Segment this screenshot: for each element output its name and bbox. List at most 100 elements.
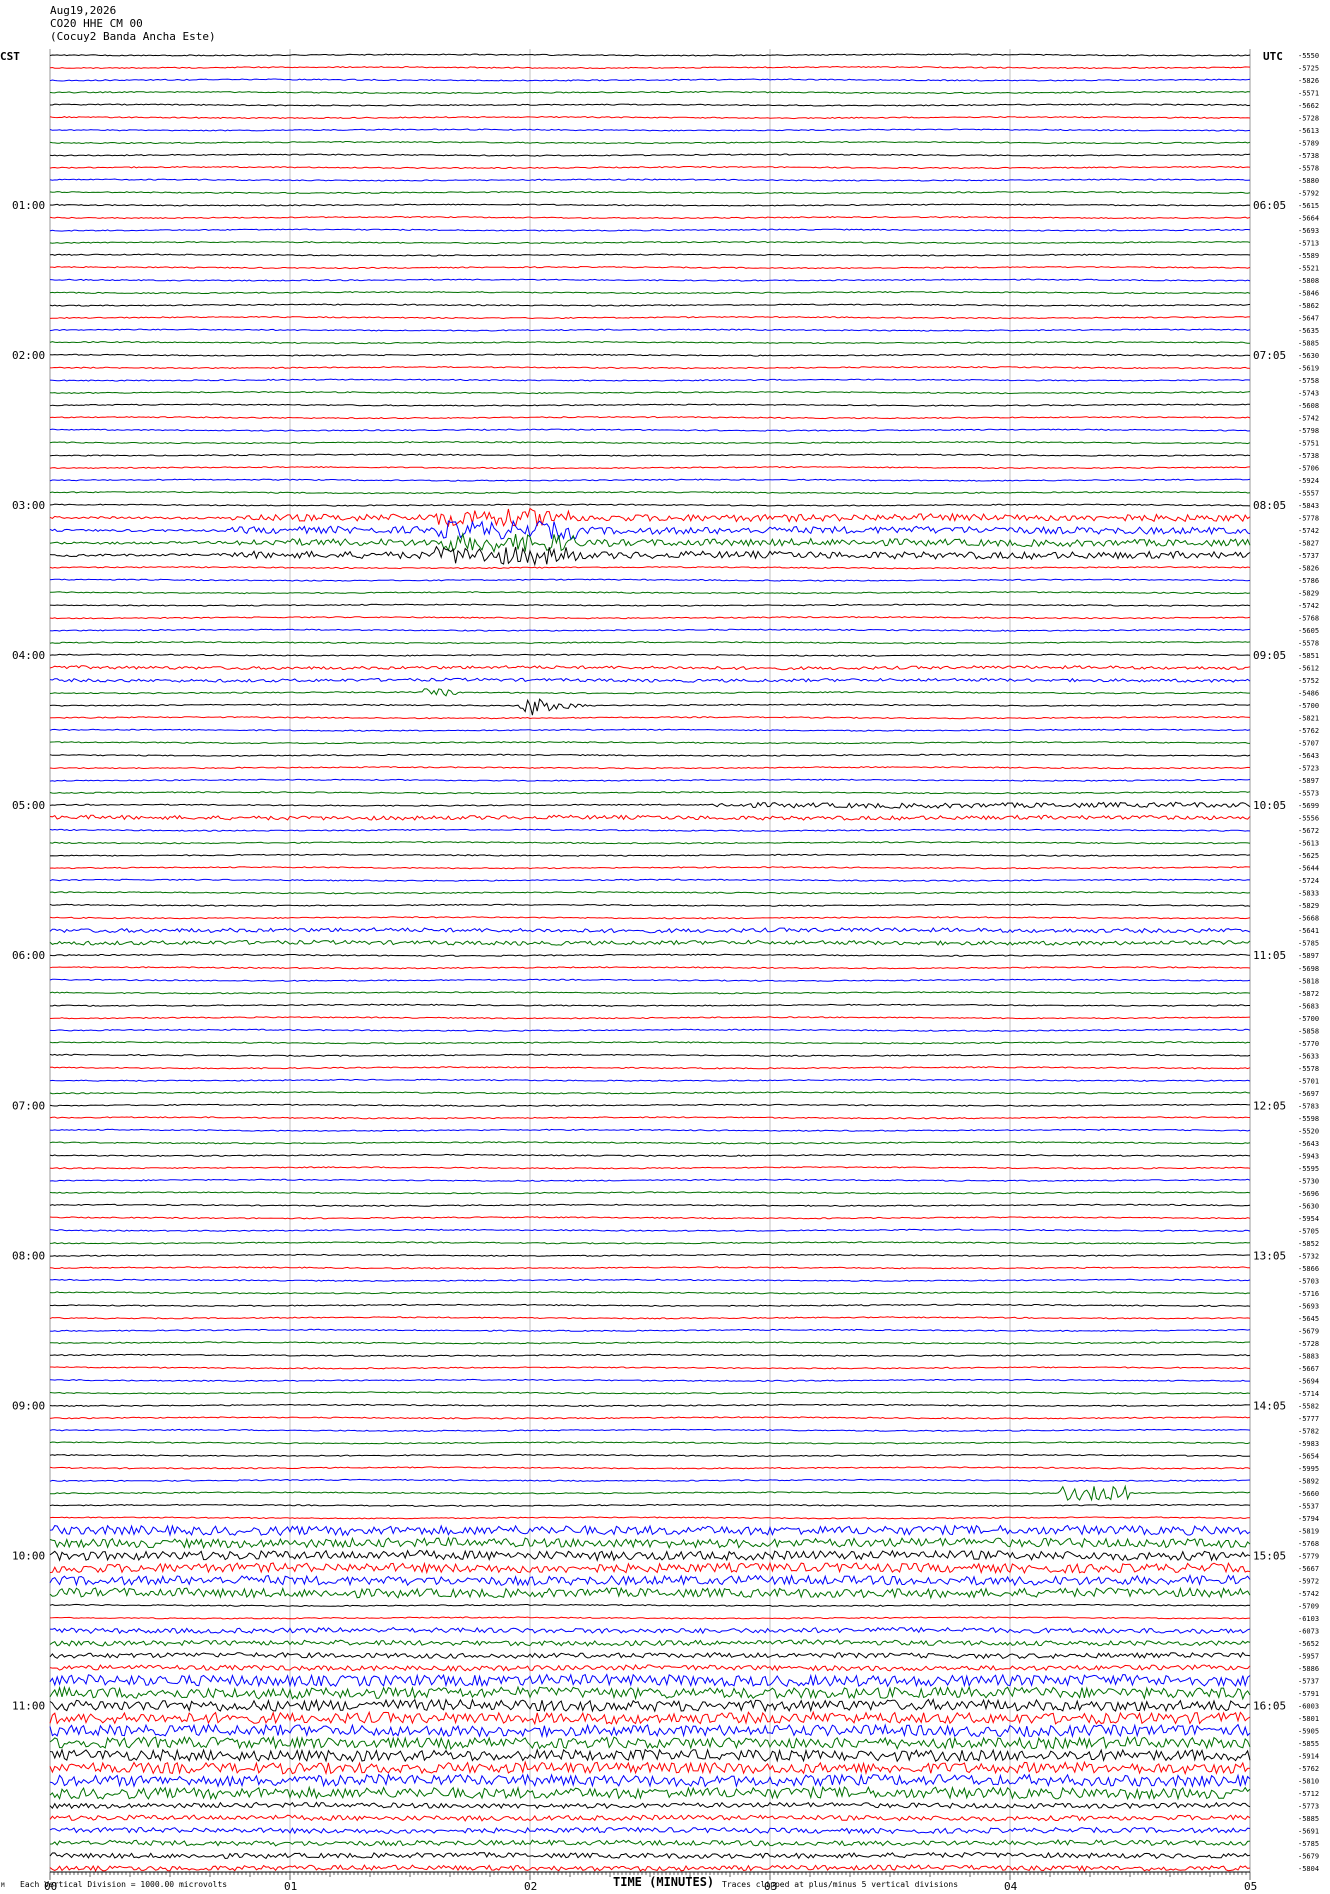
trace-value-label: -5643 <box>1298 752 1319 760</box>
x-tick-label: 02 <box>524 1880 537 1893</box>
trace-value-label: -5694 <box>1298 1377 1319 1385</box>
seismic-trace <box>49 90 1251 95</box>
seismic-trace <box>49 1773 1251 1788</box>
trace-value-label: -5668 <box>1298 915 1319 923</box>
seismic-trace <box>49 1673 1251 1688</box>
seismic-trace <box>49 1316 1251 1320</box>
trace-value-label: -5798 <box>1298 427 1319 435</box>
seismic-trace <box>49 1016 1251 1020</box>
trace-value-label: -5521 <box>1298 265 1319 273</box>
seismic-trace <box>49 801 1251 809</box>
trace-value-label: -5819 <box>1298 1527 1319 1535</box>
trace-value-label: -5862 <box>1298 302 1319 310</box>
trace-value-label: -5738 <box>1298 152 1319 160</box>
trace-value-label: -5791 <box>1298 1690 1319 1698</box>
trace-value-label: -5679 <box>1298 1852 1319 1860</box>
seismic-trace <box>49 1028 1251 1032</box>
seismic-trace <box>49 1516 1251 1520</box>
seismic-trace <box>49 653 1251 657</box>
trace-value-label: -5713 <box>1298 240 1319 248</box>
seismic-trace <box>50 1353 1251 1357</box>
trace-value-label: -5699 <box>1298 802 1319 810</box>
x-tick-label: 00 <box>44 1880 57 1893</box>
trace-value-label: -5644 <box>1298 865 1319 873</box>
seismic-trace <box>49 403 1251 407</box>
trace-value-label: -5641 <box>1298 927 1319 935</box>
trace-value-label: -5697 <box>1298 1090 1319 1098</box>
seismic-trace <box>50 1253 1250 1257</box>
trace-value-label: -5724 <box>1298 877 1319 885</box>
trace-value-label: -5645 <box>1298 1315 1319 1323</box>
trace-value-label: -5924 <box>1298 477 1319 485</box>
seismic-trace <box>49 228 1251 232</box>
trace-value-label: -5716 <box>1298 1290 1319 1298</box>
seismic-trace <box>49 545 1251 567</box>
trace-value-label: -5742 <box>1298 602 1319 610</box>
trace-value-label: -5886 <box>1298 1665 1319 1673</box>
trace-value-label: -5730 <box>1298 1177 1319 1185</box>
seismic-trace <box>49 366 1251 370</box>
seismic-trace <box>49 1826 1251 1835</box>
trace-value-label: -5777 <box>1298 1415 1319 1423</box>
trace-value-label: -5810 <box>1298 1777 1319 1785</box>
trace-value-label: -5701 <box>1298 1077 1319 1085</box>
trace-value-label: -5762 <box>1298 727 1319 735</box>
trace-value-label: -5652 <box>1298 1640 1319 1648</box>
trace-value-label: -5768 <box>1298 1540 1319 1548</box>
seismic-trace <box>49 677 1251 683</box>
minute-gridlines <box>49 49 1251 1872</box>
trace-value-label: -5647 <box>1298 315 1319 323</box>
seismic-trace <box>50 1341 1251 1345</box>
seismic-trace <box>49 1116 1251 1120</box>
trace-value-label: -5635 <box>1298 327 1319 335</box>
x-tick-label: 03 <box>764 1880 777 1893</box>
trace-value-label: -5995 <box>1298 1465 1319 1473</box>
x-tick-label: 04 <box>1004 1880 1018 1893</box>
trace-value-label: -5779 <box>1298 1552 1319 1560</box>
trace-value-label: -5752 <box>1298 677 1319 685</box>
footer-clip-note: Traces clipped at plus/minus 5 vertical … <box>722 1880 958 1889</box>
seismic-trace <box>49 953 1251 957</box>
trace-value-label: -5852 <box>1298 1240 1319 1248</box>
seismic-trace <box>49 1478 1251 1482</box>
seismic-trace <box>49 841 1251 845</box>
seismic-trace <box>49 1549 1251 1562</box>
seismic-trace <box>49 441 1251 445</box>
trace-value-label: -5742 <box>1298 415 1319 423</box>
trace-value-label: -6073 <box>1298 1627 1319 1635</box>
seismic-trace <box>49 140 1251 145</box>
trace-value-label: -5613 <box>1298 840 1319 848</box>
seismic-trace <box>49 1403 1250 1407</box>
cst-hour-label: 11:00 <box>12 1699 45 1712</box>
trace-value-label: -5725 <box>1298 65 1319 73</box>
seismic-trace <box>49 616 1251 620</box>
seismic-trace <box>49 1303 1251 1307</box>
seismic-trace <box>49 1864 1251 1873</box>
cst-hour-label: 01:00 <box>12 199 45 212</box>
trace-value-label: -5892 <box>1298 1477 1319 1485</box>
seismic-trace <box>49 531 1251 554</box>
trace-value-label: -5789 <box>1298 140 1319 148</box>
trace-value-label: -5557 <box>1298 490 1319 498</box>
trace-value-label: -5707 <box>1298 740 1319 748</box>
seismic-trace <box>49 603 1251 607</box>
trace-value-label: -5598 <box>1298 1115 1319 1123</box>
seismic-trace <box>49 578 1251 582</box>
trace-value-label: -5801 <box>1298 1715 1319 1723</box>
seismic-trace <box>49 628 1251 632</box>
utc-hour-label: 06:05 <box>1253 199 1286 212</box>
trace-value-label: -5573 <box>1298 790 1319 798</box>
seismic-trace <box>49 178 1251 182</box>
seismic-trace <box>49 1814 1251 1822</box>
x-tick-label: 05 <box>1244 1880 1257 1893</box>
seismic-trace <box>49 1428 1251 1432</box>
trace-value-label: -5897 <box>1298 777 1319 785</box>
trace-value-label: -5633 <box>1298 1052 1319 1060</box>
axis-labels: CST UTC TIME (MINUTES) Each Vertical Div… <box>0 50 1319 1893</box>
cst-hour-label: 08:00 <box>12 1249 45 1262</box>
trace-value-label: -5885 <box>1298 1815 1319 1823</box>
trace-value-label: -5486 <box>1298 690 1319 698</box>
seismic-trace <box>49 1128 1251 1132</box>
seismic-trace <box>49 903 1251 907</box>
cst-hour-label: 04:00 <box>12 649 45 662</box>
